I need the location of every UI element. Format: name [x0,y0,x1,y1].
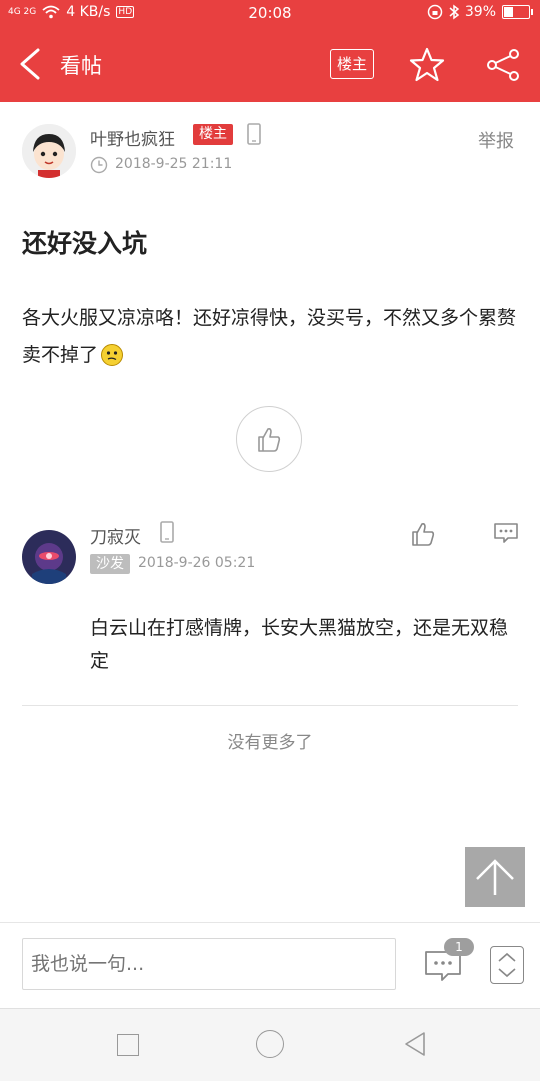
battery-icon [502,5,533,19]
like-post-button[interactable] [236,406,302,472]
divider [22,705,518,706]
author-name[interactable]: 叶野也疯狂 [90,125,175,150]
star-icon[interactable] [408,46,446,84]
mobile-device-icon [160,521,174,543]
comment-input[interactable] [22,938,396,990]
battery-percent: 39% [464,4,496,20]
post-body: 各大火服又凉凉咯！还好凉得快，没买号，不然又多个累赘卖不掉了 [22,300,522,374]
reply-timestamp: 2018-9-26 05:21 [138,555,256,571]
avatar-image [22,530,76,584]
status-bar: 4G 2G 4 KB/s HD 20:08 39% [0,0,540,28]
lock-rotation-icon [427,4,443,20]
system-back-icon[interactable] [402,1030,428,1058]
thumbs-up-icon [258,428,281,452]
back-arrow-icon[interactable] [14,46,50,82]
sofa-badge: 沙发 [90,554,130,574]
no-more-label: 没有更多了 [227,733,313,753]
mobile-device-icon [247,123,261,145]
report-link[interactable]: 举报 [478,127,514,153]
recent-apps-button[interactable] [117,1034,139,1056]
reply-body: 白云山在打感情牌，长安大黑猫放空，还是无双稳定 [90,617,509,672]
back-to-top-button[interactable] [465,847,525,907]
page-scroll-toggle[interactable] [490,946,524,984]
arrow-up-icon [476,859,514,895]
reply-like-icon[interactable] [410,521,436,547]
thinking-emoji-icon [101,344,124,366]
reply-comment-icon[interactable] [492,521,520,545]
post-title: 还好没入坑 [22,229,148,258]
chevron-up-down-icon [498,952,516,978]
status-right: 39% [427,4,533,20]
comment-count-badge: 1 [444,938,474,956]
app-header: 看帖 楼主 [0,28,540,102]
bluetooth-icon [449,4,459,20]
clock-icon [90,156,108,174]
page-title: 看帖 [60,54,102,78]
replier-avatar[interactable] [22,530,76,584]
share-icon[interactable] [484,46,522,84]
post-body-text: 各大火服又凉凉咯！还好凉得快，没买号，不然又多个累赘卖不掉了 [22,307,517,366]
home-button[interactable] [256,1030,284,1058]
author-avatar[interactable] [22,124,76,178]
only-op-button[interactable]: 楼主 [330,49,374,79]
replier-name[interactable]: 刀寂灭 [90,523,141,548]
post-timestamp: 2018-9-25 21:11 [115,156,233,172]
avatar-image [22,124,76,178]
op-badge: 楼主 [193,124,233,145]
